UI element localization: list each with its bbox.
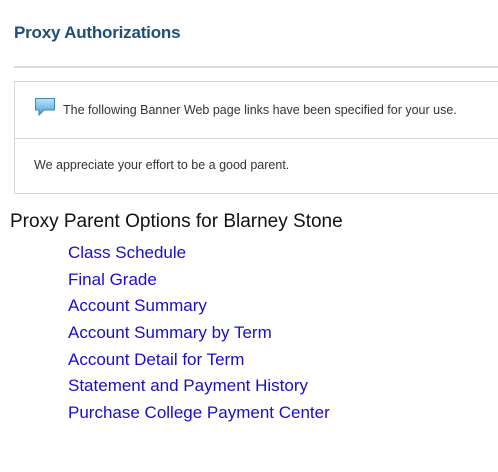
account-summary-link[interactable]: Account Summary	[68, 296, 207, 315]
title-divider	[14, 66, 498, 68]
options-heading: Proxy Parent Options for Blarney Stone	[10, 211, 343, 232]
list-item: Final Grade	[68, 267, 330, 294]
info-message-row: The following Banner Web page links have…	[34, 97, 457, 120]
list-item: Statement and Payment History	[68, 373, 330, 400]
list-item: Account Summary	[68, 293, 330, 320]
list-item: Purchase College Payment Center	[68, 400, 330, 427]
info-message: The following Banner Web page links have…	[63, 103, 457, 117]
notice-message: We appreciate your effort to be a good p…	[34, 158, 290, 172]
account-summary-by-term-link[interactable]: Account Summary by Term	[68, 323, 272, 342]
list-item: Account Summary by Term	[68, 320, 330, 347]
class-schedule-link[interactable]: Class Schedule	[68, 243, 186, 262]
list-item: Class Schedule	[68, 240, 330, 267]
info-box-divider	[15, 138, 498, 139]
proxy-options-list: Class Schedule Final Grade Account Summa…	[68, 240, 330, 427]
final-grade-link[interactable]: Final Grade	[68, 270, 157, 289]
account-detail-for-term-link[interactable]: Account Detail for Term	[68, 350, 244, 369]
payment-center-link[interactable]: Purchase College Payment Center	[68, 403, 330, 422]
info-box: The following Banner Web page links have…	[14, 81, 498, 194]
speech-bubble-icon	[34, 97, 56, 117]
statement-payment-history-link[interactable]: Statement and Payment History	[68, 376, 308, 395]
page-title: Proxy Authorizations	[14, 23, 181, 42]
list-item: Account Detail for Term	[68, 347, 330, 374]
